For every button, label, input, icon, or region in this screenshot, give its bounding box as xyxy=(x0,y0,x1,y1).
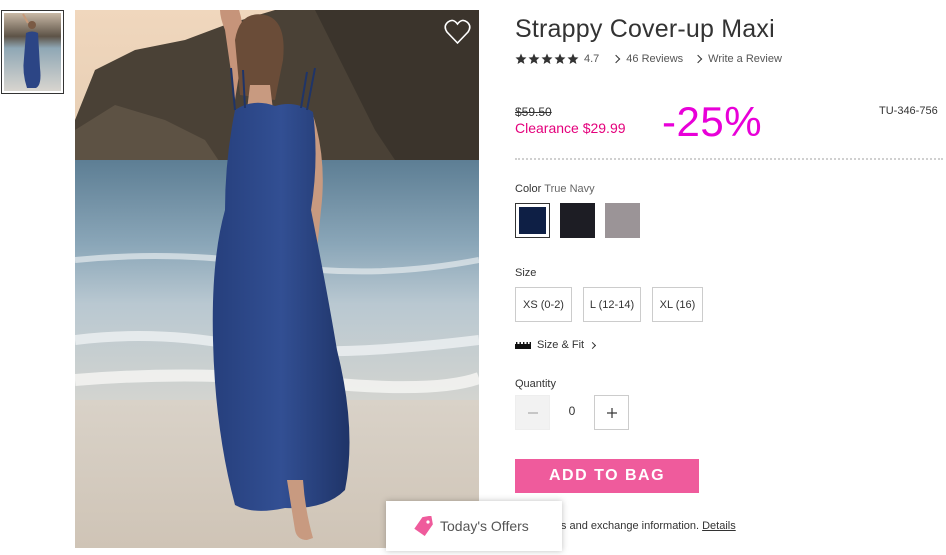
chevron-right-icon xyxy=(589,341,597,349)
reviews-link-label: 46 Reviews xyxy=(626,53,684,65)
clearance-price: Clearance $29.99 xyxy=(515,120,626,136)
color-label-text: Color xyxy=(515,183,542,195)
size-option-xs[interactable]: XS (0-2) xyxy=(515,287,572,322)
size-fit-label: Size & Fit xyxy=(537,339,585,351)
todays-offers-button[interactable]: Today's Offers xyxy=(386,501,562,551)
swatch-fill xyxy=(519,207,546,234)
swatch-fill xyxy=(605,203,640,238)
chevron-right-icon xyxy=(612,54,621,63)
returns-text: urns and exchange information. xyxy=(545,520,700,532)
color-swatch-grey[interactable] xyxy=(605,203,640,238)
product-sku: TU-346-756 xyxy=(879,105,938,117)
star-icon xyxy=(541,53,553,64)
original-price: $59.50 xyxy=(515,105,552,119)
write-review-label: Write a Review xyxy=(708,53,782,65)
product-page: Strappy Cover-up Maxi 4.7 46 Reviews Wri… xyxy=(0,0,946,555)
divider xyxy=(515,158,943,160)
add-to-bag-button[interactable]: ADD TO BAG xyxy=(515,459,699,493)
todays-offers-label: Today's Offers xyxy=(440,518,529,534)
color-swatch-black[interactable] xyxy=(560,203,595,238)
rating-value: 4.7 xyxy=(584,53,600,65)
star-icon xyxy=(567,53,579,64)
rating-row: 4.7 46 Reviews Write a Review xyxy=(515,52,782,66)
write-review-link[interactable]: Write a Review xyxy=(693,53,782,65)
color-swatch-true-navy[interactable] xyxy=(515,203,550,238)
star-rating xyxy=(515,53,579,65)
thumbnail-image xyxy=(4,13,61,91)
main-product-image xyxy=(75,10,479,548)
tag-icon xyxy=(414,516,433,536)
size-label: Size xyxy=(515,267,537,279)
quantity-value[interactable]: 0 xyxy=(560,404,584,418)
quantity-label: Quantity xyxy=(515,378,556,390)
product-thumbnail[interactable] xyxy=(1,10,64,94)
quantity-decrement-button[interactable] xyxy=(515,395,550,430)
size-option-xl[interactable]: XL (16) xyxy=(652,287,703,322)
swatch-fill xyxy=(560,203,595,238)
chevron-right-icon xyxy=(693,54,703,63)
color-label: Color True Navy xyxy=(515,183,595,195)
size-fit-link[interactable]: Size & Fit xyxy=(515,339,597,351)
star-icon xyxy=(528,53,540,64)
returns-info: urns and exchange information. Details xyxy=(545,520,736,532)
quantity-increment-button[interactable] xyxy=(594,395,629,430)
ruler-icon xyxy=(515,341,531,349)
reviews-link[interactable]: 46 Reviews xyxy=(612,53,684,65)
size-option-l[interactable]: L (12-14) xyxy=(583,287,641,322)
discount-badge: -25% xyxy=(662,98,763,145)
star-icon xyxy=(515,53,527,64)
minus-icon xyxy=(527,411,538,414)
returns-details-link[interactable]: Details xyxy=(702,520,736,532)
heart-icon[interactable] xyxy=(444,19,471,45)
product-title: Strappy Cover-up Maxi xyxy=(515,15,775,43)
star-icon xyxy=(554,53,566,64)
selected-color: True Navy xyxy=(544,183,595,195)
plus-icon xyxy=(606,407,617,418)
